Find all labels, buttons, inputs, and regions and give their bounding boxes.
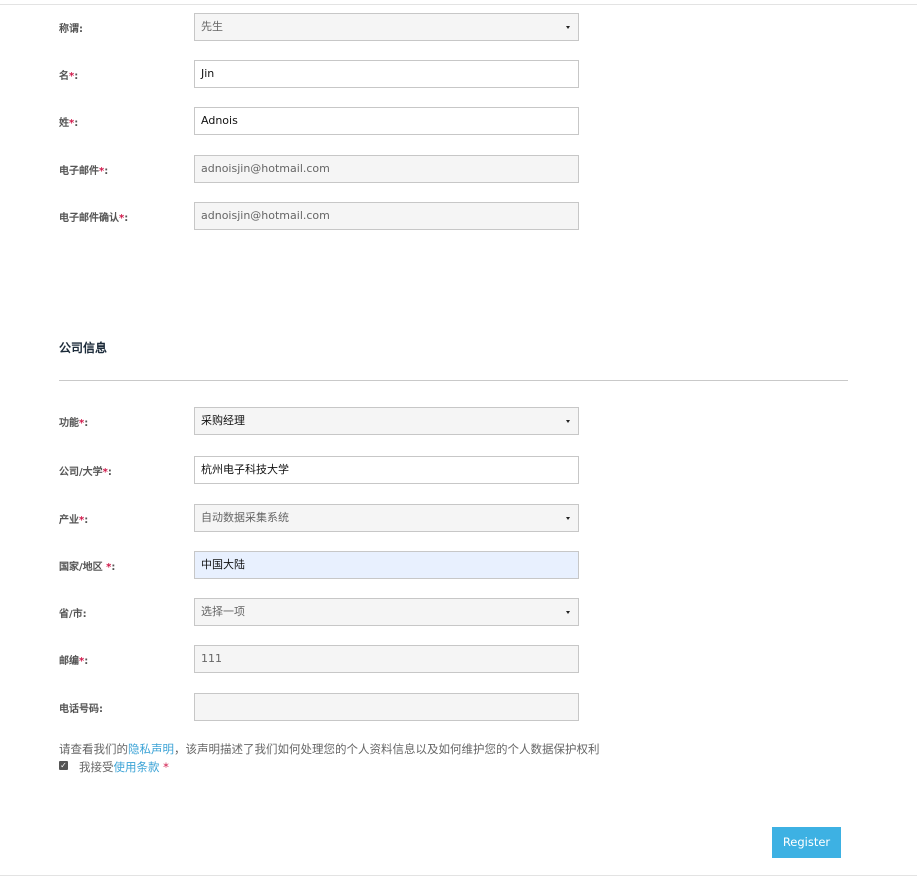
terms-link[interactable]: 使用条款 bbox=[114, 760, 160, 774]
company-label: 公司/大学*: bbox=[59, 467, 112, 478]
first-name-label: 名*: bbox=[59, 71, 79, 82]
company-section-title: 公司信息 bbox=[59, 341, 108, 355]
salutation-value: 先生 bbox=[201, 20, 223, 33]
salutation-row: 称谓: 先生 bbox=[0, 13, 917, 41]
phone-label: 电话号码: bbox=[59, 704, 103, 715]
register-button[interactable]: Register bbox=[772, 827, 841, 858]
industry-select[interactable]: 自动数据采集系统 bbox=[194, 504, 579, 532]
country-label: 国家/地区 *: bbox=[59, 562, 116, 573]
industry-value: 自动数据采集系统 bbox=[201, 511, 289, 524]
postcode-row: 邮编*: 111 bbox=[0, 645, 917, 673]
industry-row: 产业*: 自动数据采集系统 bbox=[0, 504, 917, 532]
salutation-label: 称谓: bbox=[59, 24, 83, 35]
terms-label: 我接受使用条款 * bbox=[79, 760, 169, 774]
postcode-label: 邮编*: bbox=[59, 656, 89, 667]
last-name-row: 姓*: Adnois bbox=[0, 107, 917, 135]
company-input[interactable]: 杭州电子科技大学 bbox=[194, 456, 579, 484]
function-label: 功能*: bbox=[59, 418, 89, 429]
last-name-input[interactable]: Adnois bbox=[194, 107, 579, 135]
email-row: 电子邮件*: adnoisjin@hotmail.com bbox=[0, 155, 917, 183]
industry-label: 产业*: bbox=[59, 515, 89, 526]
phone-input[interactable] bbox=[194, 693, 579, 721]
first-name-row: 名*: Jin bbox=[0, 60, 917, 88]
province-label: 省/市: bbox=[59, 609, 87, 620]
postcode-input[interactable]: 111 bbox=[194, 645, 579, 673]
function-row: 功能*: 采购经理 bbox=[0, 407, 917, 435]
province-select[interactable]: 选择一项 bbox=[194, 598, 579, 626]
province-row: 省/市: 选择一项 bbox=[0, 598, 917, 626]
caret-down-icon bbox=[566, 420, 570, 423]
country-row: 国家/地区 *: 中国大陆 bbox=[0, 551, 917, 579]
email-label: 电子邮件*: bbox=[59, 166, 109, 177]
last-name-label: 姓*: bbox=[59, 118, 79, 129]
function-select[interactable]: 采购经理 bbox=[194, 407, 579, 435]
email-confirm-row: 电子邮件确认*: adnoisjin@hotmail.com bbox=[0, 202, 917, 230]
privacy-notice: 请查看我们的隐私声明，该声明描述了我们如何处理您的个人资料信息以及如何维护您的个… bbox=[59, 742, 600, 756]
email-confirm-input[interactable]: adnoisjin@hotmail.com bbox=[194, 202, 579, 230]
company-row: 公司/大学*: 杭州电子科技大学 bbox=[0, 456, 917, 484]
privacy-link[interactable]: 隐私声明 bbox=[128, 742, 174, 756]
bottom-divider bbox=[0, 875, 917, 876]
caret-down-icon bbox=[566, 517, 570, 520]
salutation-select[interactable]: 先生 bbox=[194, 13, 579, 41]
checkbox-checked-icon[interactable]: ✓ bbox=[59, 761, 68, 770]
caret-down-icon bbox=[566, 26, 570, 29]
top-divider bbox=[0, 4, 917, 5]
first-name-input[interactable]: Jin bbox=[194, 60, 579, 88]
email-confirm-label: 电子邮件确认*: bbox=[59, 213, 129, 224]
email-input[interactable]: adnoisjin@hotmail.com bbox=[194, 155, 579, 183]
country-input[interactable]: 中国大陆 bbox=[194, 551, 579, 579]
caret-down-icon bbox=[566, 611, 570, 614]
province-value: 选择一项 bbox=[201, 605, 245, 618]
phone-row: 电话号码: bbox=[0, 693, 917, 721]
section-divider bbox=[59, 380, 848, 381]
function-value: 采购经理 bbox=[201, 414, 245, 427]
